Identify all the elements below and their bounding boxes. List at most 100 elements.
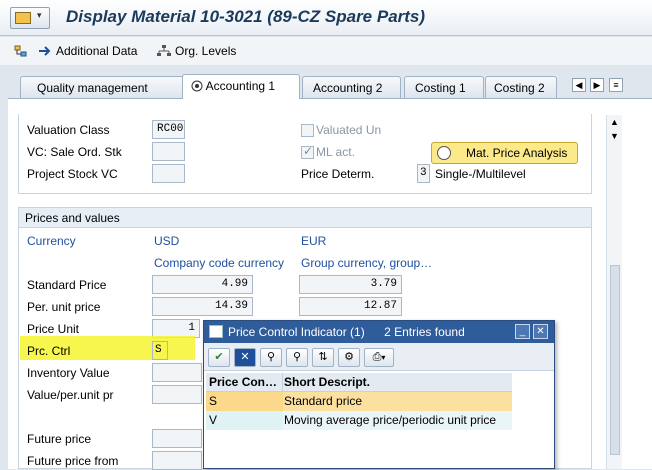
row-description: Moving average price/periodic unit price bbox=[284, 413, 497, 427]
settings-button[interactable]: ⚙ bbox=[338, 348, 360, 367]
arrow-right-icon bbox=[39, 46, 51, 56]
future-price-field[interactable] bbox=[152, 429, 202, 448]
mat-price-analysis-button[interactable]: Mat. Price Analysis bbox=[431, 142, 578, 164]
future-price-from-field[interactable] bbox=[152, 451, 202, 470]
tab-label: Costing 2 bbox=[494, 81, 545, 95]
tab-quality-management[interactable]: Quality management bbox=[20, 76, 186, 98]
row-code: V bbox=[209, 413, 218, 427]
column-header-short-descript[interactable]: Short Descript. bbox=[284, 375, 370, 389]
minimize-button[interactable]: _ bbox=[515, 324, 530, 339]
tab-label: Accounting 2 bbox=[313, 81, 383, 95]
dialog-title: Price Control Indicator (1) bbox=[228, 325, 365, 339]
project-stock-vc-label: Project Stock VC bbox=[27, 167, 118, 181]
tab-strip: Quality management Accounting 1 Accounti… bbox=[0, 70, 652, 99]
tab-list-button[interactable]: ≡ bbox=[609, 78, 623, 92]
ml-act-label: ML act. bbox=[316, 145, 355, 159]
sort-button[interactable]: ⇅ bbox=[312, 348, 334, 367]
prices-section-title: Prices and values bbox=[19, 208, 591, 228]
tab-label: Accounting 1 bbox=[205, 79, 276, 93]
column-separator bbox=[282, 373, 283, 392]
currency2-code: EUR bbox=[301, 234, 327, 248]
window-icon bbox=[209, 325, 223, 338]
mat-price-analysis-label: Mat. Price Analysis bbox=[466, 146, 568, 160]
currency1-desc: Company code currency bbox=[154, 256, 285, 270]
row-code: S bbox=[209, 394, 218, 408]
confirm-button[interactable]: ✔ bbox=[208, 348, 230, 367]
price-determ-field[interactable]: 3 bbox=[417, 164, 430, 183]
price-unit-label: Price Unit bbox=[27, 322, 80, 336]
vc-sale-ord-stk-label: VC: Sale Ord. Stk bbox=[27, 145, 122, 159]
tab-label: Quality management bbox=[37, 81, 148, 95]
cancel-button[interactable]: ✕ bbox=[234, 348, 256, 367]
currency-label: Currency bbox=[27, 234, 76, 248]
per-unit-price-usd-field[interactable]: 14.39 bbox=[152, 297, 253, 316]
scrollbar-thumb[interactable] bbox=[610, 265, 620, 455]
per-unit-price-label: Per. unit price bbox=[27, 300, 101, 314]
menu-icon bbox=[15, 12, 31, 24]
future-price-from-label: Future price from bbox=[27, 454, 119, 468]
valuated-un-checkbox[interactable] bbox=[301, 124, 314, 137]
value-per-unit-field[interactable] bbox=[152, 385, 202, 404]
tab-costing-2[interactable]: Costing 2 bbox=[485, 76, 557, 98]
ml-act-checkbox[interactable] bbox=[301, 144, 314, 159]
price-determ-label: Price Determ. bbox=[301, 167, 375, 181]
system-menu-button[interactable]: ▾ bbox=[10, 7, 50, 29]
currency1-code: USD bbox=[154, 234, 180, 248]
tab-scroll-left-button[interactable]: ◀ bbox=[572, 78, 586, 92]
chevron-down-icon: ▾ bbox=[37, 10, 42, 20]
vc-sale-ord-stk-field[interactable] bbox=[152, 142, 185, 161]
currency2-desc: Group currency, group… bbox=[301, 256, 433, 270]
tab-costing-1[interactable]: Costing 1 bbox=[404, 76, 484, 98]
tab-scroll-right-button[interactable]: ▶ bbox=[590, 78, 604, 92]
dialog-toolbar: ✔ ✕ ⚲ ⚲ ⇅ ⚙ ⎙▾ bbox=[204, 343, 554, 371]
inventory-value-label: Inventory Value bbox=[27, 366, 110, 380]
title-bar: ▾ Display Material 10-3021 (89-CZ Spare … bbox=[0, 0, 652, 36]
chevron-down-icon: ▾ bbox=[381, 353, 386, 362]
org-levels-button[interactable]: Org. Levels bbox=[157, 42, 236, 60]
gear-icon: ⚙ bbox=[344, 351, 354, 363]
search-help-dialog: Price Control Indicator (1) 2 Entries fo… bbox=[203, 320, 555, 469]
price-determ-text: Single-/Multilevel bbox=[435, 167, 526, 181]
results-table: Price Con… Short Descript. S Standard pr… bbox=[206, 373, 512, 430]
valuated-un-label: Valuated Un bbox=[316, 123, 382, 137]
scroll-down-icon[interactable]: ▼ bbox=[610, 131, 619, 141]
checkmark-icon: ✔ bbox=[214, 351, 224, 363]
close-icon: ✕ bbox=[240, 351, 250, 363]
table-row[interactable]: V Moving average price/periodic unit pri… bbox=[206, 411, 512, 430]
print-menu-button[interactable]: ⎙▾ bbox=[364, 348, 394, 367]
tab-marker-icon bbox=[191, 80, 203, 92]
find-next-button[interactable]: ⚲ bbox=[286, 348, 308, 367]
org-structure-icon bbox=[157, 45, 171, 56]
tab-accounting-1[interactable]: Accounting 1 bbox=[182, 74, 300, 99]
sort-icon: ⇅ bbox=[318, 351, 328, 363]
org-levels-label: Org. Levels bbox=[175, 44, 237, 58]
close-button[interactable]: ✕ bbox=[533, 324, 548, 339]
table-header: Price Con… Short Descript. bbox=[206, 373, 512, 392]
scroll-up-icon[interactable]: ▲ bbox=[610, 117, 619, 127]
table-row[interactable]: S Standard price bbox=[206, 392, 512, 411]
standard-price-usd-field[interactable]: 4.99 bbox=[152, 275, 253, 294]
valuation-class-field[interactable]: RC00 bbox=[152, 120, 185, 139]
tab-label: Costing 1 bbox=[415, 81, 466, 95]
find-button[interactable]: ⚲ bbox=[260, 348, 282, 367]
prc-ctrl-field[interactable]: S bbox=[152, 341, 168, 360]
per-unit-price-eur-field[interactable]: 12.87 bbox=[299, 297, 402, 316]
inventory-value-field[interactable] bbox=[152, 363, 202, 382]
prc-ctrl-label: Prc. Ctrl bbox=[27, 344, 71, 358]
additional-data-label: Additional Data bbox=[56, 44, 138, 58]
hierarchy-button[interactable] bbox=[14, 42, 28, 60]
hierarchy-icon bbox=[14, 45, 27, 57]
standard-price-label: Standard Price bbox=[27, 278, 107, 292]
tab-accounting-2[interactable]: Accounting 2 bbox=[302, 76, 401, 98]
standard-price-eur-field[interactable]: 3.79 bbox=[299, 275, 402, 294]
valuation-class-label: Valuation Class bbox=[27, 123, 110, 137]
vertical-scrollbar[interactable]: ▲ ▼ bbox=[606, 115, 622, 469]
additional-data-button[interactable]: Additional Data bbox=[38, 42, 137, 60]
future-price-label: Future price bbox=[27, 432, 92, 446]
project-stock-vc-field[interactable] bbox=[152, 164, 185, 183]
page-title: Display Material 10-3021 (89-CZ Spare Pa… bbox=[66, 7, 426, 26]
application-toolbar: Additional Data Org. Levels bbox=[0, 37, 652, 65]
dialog-title-bar: Price Control Indicator (1) 2 Entries fo… bbox=[204, 321, 554, 343]
column-header-price-control[interactable]: Price Con… bbox=[206, 375, 282, 389]
row-description: Standard price bbox=[284, 394, 363, 408]
